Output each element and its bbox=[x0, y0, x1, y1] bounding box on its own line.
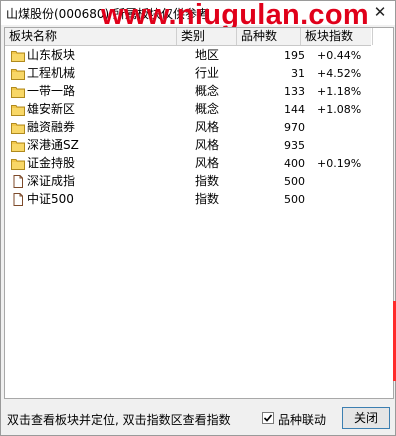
sector-count: 144 bbox=[284, 103, 305, 116]
column-header-count[interactable]: 品种数 bbox=[237, 28, 301, 45]
column-header-name[interactable]: 板块名称 bbox=[5, 28, 177, 45]
link-checkbox[interactable] bbox=[262, 412, 274, 424]
table-row[interactable]: 工程机械 行业 31 +4.52% bbox=[5, 65, 371, 82]
sector-count: 500 bbox=[284, 193, 305, 206]
sector-name: 山东板块 bbox=[27, 48, 76, 62]
sector-type: 风格 bbox=[195, 138, 220, 152]
close-button[interactable]: 关闭 bbox=[342, 407, 390, 429]
sector-name: 工程机械 bbox=[27, 66, 76, 80]
sector-type: 指数 bbox=[195, 192, 220, 206]
table-row[interactable]: 深港通SZ 风格 935 bbox=[5, 137, 371, 154]
list-header: 板块名称 类别 品种数 板块指数 bbox=[5, 28, 373, 46]
sector-name: 深证成指 bbox=[27, 174, 76, 188]
sector-count: 195 bbox=[284, 49, 305, 62]
table-row[interactable]: 融资融券 风格 970 bbox=[5, 119, 371, 136]
sector-index: +0.19% bbox=[317, 157, 362, 170]
sector-count: 133 bbox=[284, 85, 305, 98]
sector-name: 雄安新区 bbox=[27, 102, 76, 116]
status-text: 双击查看板块并定位, 双击指数区查看指数 bbox=[7, 413, 231, 427]
table-row[interactable]: 山东板块 地区 195 +0.44% bbox=[5, 47, 371, 64]
sector-count: 500 bbox=[284, 175, 305, 188]
column-header-type[interactable]: 类别 bbox=[177, 28, 237, 45]
close-icon[interactable]: ✕ bbox=[371, 3, 389, 21]
window: 山煤股份(000680) 所属板块仅供参考 www.niugulan.com ✕… bbox=[0, 0, 396, 436]
column-header-index[interactable]: 板块指数 bbox=[301, 28, 373, 45]
sector-type: 风格 bbox=[195, 156, 220, 170]
sector-name: 融资融券 bbox=[27, 120, 76, 134]
sector-count: 31 bbox=[291, 67, 305, 80]
sector-type: 行业 bbox=[195, 66, 220, 80]
check-icon bbox=[263, 414, 273, 422]
footer: 双击查看板块并定位, 双击指数区查看指数 品种联动 关闭 bbox=[1, 401, 395, 435]
sector-type: 地区 bbox=[195, 48, 220, 62]
sector-type: 概念 bbox=[195, 102, 220, 116]
table-row[interactable]: 深证成指 指数 500 bbox=[5, 173, 371, 190]
sector-name: 深港通SZ bbox=[27, 138, 79, 152]
sector-type: 风格 bbox=[195, 120, 220, 134]
table-row[interactable]: 雄安新区 概念 144 +1.08% bbox=[5, 101, 371, 118]
sector-list: 板块名称 类别 品种数 板块指数 山东板块 地区 195 +0.44% 工程机械 行业 31… bbox=[4, 27, 394, 399]
sector-type: 指数 bbox=[195, 174, 220, 188]
sector-count: 970 bbox=[284, 121, 305, 134]
table-row[interactable]: 中证500 指数 500 bbox=[5, 191, 371, 208]
sector-name: 中证500 bbox=[27, 192, 74, 206]
sector-index: +1.18% bbox=[317, 85, 362, 98]
sector-type: 概念 bbox=[195, 84, 220, 98]
sector-name: 证金持股 bbox=[27, 156, 76, 170]
title-bar: 山煤股份(000680) 所属板块仅供参考 www.niugulan.com ✕ bbox=[1, 0, 395, 31]
sector-index: +4.52% bbox=[317, 67, 362, 80]
sector-count: 400 bbox=[284, 157, 305, 170]
sector-index: +0.44% bbox=[317, 49, 362, 62]
sector-name: 一带一路 bbox=[27, 84, 76, 98]
sector-count: 935 bbox=[284, 139, 305, 152]
table-row[interactable]: 证金持股 风格 400 +0.19% bbox=[5, 155, 371, 172]
table-row[interactable]: 一带一路 概念 133 +1.18% bbox=[5, 83, 371, 100]
link-checkbox-label[interactable]: 品种联动 bbox=[278, 411, 326, 428]
sector-index: +1.08% bbox=[317, 103, 362, 116]
